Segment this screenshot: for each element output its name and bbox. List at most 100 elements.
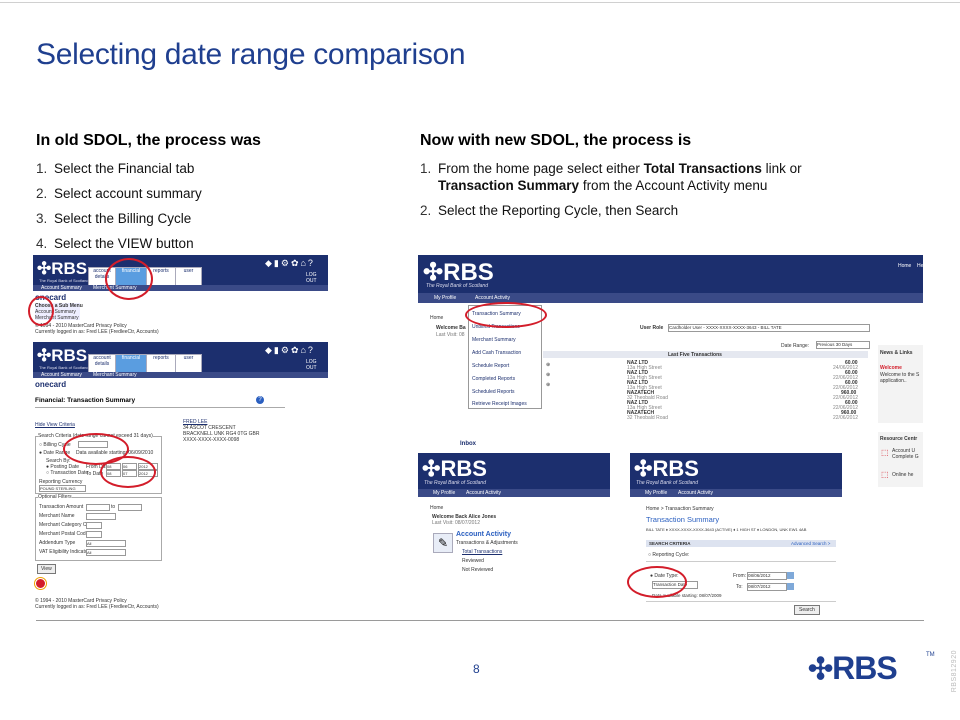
menu-add-cash-transaction[interactable]: Add Cash Transaction	[472, 350, 521, 356]
new-steps: 1. From the home page select either Total…	[420, 160, 870, 227]
postal-code-field[interactable]	[86, 531, 102, 538]
breadcrumb3[interactable]: Home > Transaction Summary	[646, 506, 714, 512]
pdf-icon: ⬚	[881, 448, 889, 457]
amount-max-field[interactable]	[118, 504, 142, 511]
mcc-field[interactable]	[86, 522, 102, 529]
nav3-account-activity[interactable]: Account Activity	[678, 490, 713, 496]
menu-merchant-summary-new[interactable]: Merchant Summary	[472, 337, 516, 343]
old-footer-2: Currently logged in as: Fred LEE (Fredle…	[35, 329, 159, 335]
red-highlight-date-selects	[100, 456, 156, 488]
nav3-my-profile[interactable]: My Profile	[645, 490, 667, 496]
filter-merchant-name: Merchant Name	[39, 513, 75, 519]
red-highlight-account-summary	[28, 296, 54, 326]
hide-view-criteria-link[interactable]: Hide View Criteria	[35, 422, 75, 428]
from-date-field[interactable]: 08/06/2012	[747, 572, 787, 580]
tab-user[interactable]: user	[175, 267, 202, 286]
subnav2-merchant-summary[interactable]: Merchant Summary	[93, 372, 137, 378]
inbox-label[interactable]: Inbox	[460, 441, 476, 447]
news-links-panel: News & Links Welcome Welcome to the S ap…	[878, 345, 923, 423]
top-rule	[0, 2, 960, 3]
new3-nav: My Profile Account Activity	[630, 489, 842, 497]
red-highlight-financial-tab	[105, 258, 153, 300]
tab2-financial[interactable]: financial	[115, 354, 147, 373]
to-date-field[interactable]: 08/07/2012	[747, 583, 787, 591]
pdf-icon-2: ⬚	[881, 470, 889, 479]
total-transactions-link[interactable]: Total Transactions	[462, 549, 502, 555]
page-number: 8	[473, 662, 480, 676]
new3-header-bar: ✣RBS The Royal Bank of Scotland	[630, 453, 842, 489]
nav-account-activity[interactable]: Account Activity	[475, 295, 510, 301]
last-visit-text: Last Visit: 08	[436, 332, 465, 338]
news-title: News & Links	[880, 350, 913, 356]
rbs-tagline-2: The Royal Bank of Scotland	[39, 365, 89, 370]
nav2-account-activity[interactable]: Account Activity	[466, 490, 501, 496]
account-activity-title: Account Activity	[456, 531, 511, 538]
resource-1b[interactable]: Complete G	[892, 454, 919, 460]
currency-select[interactable]: POUND STERLING	[39, 485, 86, 492]
rbs-tagline-new1: The Royal Bank of Scotland	[426, 283, 488, 289]
tab2-account-details[interactable]: account details	[88, 354, 116, 373]
address-card: XXXX-XXXX-XXXX-0098	[183, 437, 240, 443]
breadcrumb2-home[interactable]: Home	[430, 505, 443, 511]
divider	[35, 407, 285, 408]
tab2-reports[interactable]: reports	[146, 354, 176, 373]
logout-link-2[interactable]: LOG OUT	[306, 359, 328, 371]
help-icon[interactable]: ?	[256, 396, 264, 404]
new-screen-2: Inbox ✣RBS The Royal Bank of Scotland My…	[418, 441, 610, 605]
last-five-header: Last Five Transactions	[543, 351, 868, 358]
toolbar-icons-2[interactable]: ◆▮⚙✿⌂?	[265, 345, 315, 356]
user-role-select[interactable]: Cardholder User - XXXX-XXXX-XXXX-3643 - …	[668, 324, 870, 332]
filter-vat: VAT Eligibility Indicator	[39, 549, 90, 555]
calendar-icon[interactable]	[787, 572, 794, 579]
rbs-logo-new3: ✣RBS	[634, 456, 699, 481]
old2-footer-2: Currently logged in as: Fred LEE (Fredle…	[35, 604, 159, 610]
rbs-tagline: The Royal Bank of Scotland	[39, 278, 89, 283]
resource-2a[interactable]: Online he	[892, 472, 913, 478]
transaction-date-radio[interactable]: ○ Transaction Date	[46, 470, 88, 476]
account-line: BILL TATE ♦ XXXX-XXXX-XXXX-3643 (ACTIVE)…	[646, 527, 807, 532]
toolbar-icons[interactable]: ◆▮⚙✿⌂?	[265, 258, 315, 269]
new-screen-1: ✣RBS The Royal Bank of Scotland Home He …	[418, 255, 923, 423]
filter-postal-code: Merchant Postal Code	[39, 531, 89, 537]
search-criteria-label: SEARCH CRITERIA	[649, 541, 691, 546]
menu-schedule-report[interactable]: Schedule Report	[472, 363, 509, 369]
search-button[interactable]: Search	[794, 605, 820, 615]
old-step-3: 3. Select the Billing Cycle	[36, 211, 192, 226]
view-button[interactable]: View	[37, 564, 56, 574]
nav-help[interactable]: He	[917, 263, 923, 269]
breadcrumb-home[interactable]: Home	[430, 315, 443, 321]
nav2-my-profile[interactable]: My Profile	[433, 490, 455, 496]
side-code: RBS812920	[951, 650, 958, 693]
addendum-select[interactable]: All	[86, 540, 126, 547]
address-block: FRED LEE 34 ASCOT CRESCENT BRACKNELL UNK…	[183, 419, 260, 443]
last-five-title: Last Five Transactions	[668, 352, 722, 358]
red-highlight-date-type	[627, 566, 687, 598]
amount-min-field[interactable]	[86, 504, 110, 511]
to-label: To:	[736, 584, 743, 590]
vat-select[interactable]: All	[86, 549, 126, 556]
merchant-name-field[interactable]	[86, 513, 116, 520]
news-text-2: application..	[880, 378, 907, 384]
reviewed-link[interactable]: Reviewed	[462, 558, 484, 564]
date-range-select[interactable]: Previous 30 Days	[816, 341, 870, 349]
tab2-user[interactable]: user	[175, 354, 202, 373]
filter-addendum-type: Addendum Type	[39, 540, 76, 546]
calendar-icon[interactable]	[787, 583, 794, 590]
not-reviewed-link[interactable]: Not Reviewed	[462, 567, 493, 573]
subnav-account-summary[interactable]: Account Summary	[41, 285, 82, 291]
logout-link[interactable]: LOG OUT	[306, 272, 328, 284]
nav-home[interactable]: Home	[898, 263, 911, 269]
account-activity-sub: Transactions & Adjustments	[456, 540, 518, 546]
new2-header-bar: ✣RBS The Royal Bank of Scotland	[418, 453, 610, 489]
menu-scheduled-reports[interactable]: Scheduled Reports	[472, 389, 515, 395]
menu-retrieve-receipts[interactable]: Retrieve Receipt Images	[472, 401, 527, 407]
subnav2-account-summary[interactable]: Account Summary	[41, 372, 82, 378]
mastercard-icon	[35, 578, 46, 589]
reporting-cycle-radio[interactable]: ○ Reporting Cycle:	[648, 552, 689, 558]
new1-header-bar: ✣RBS The Royal Bank of Scotland Home He	[418, 255, 923, 293]
advanced-search-link[interactable]: Advanced Search >	[791, 541, 830, 546]
nav-my-profile[interactable]: My Profile	[434, 295, 456, 301]
menu-completed-reports[interactable]: Completed Reports	[472, 376, 515, 382]
date-range-label: Date Range:	[781, 343, 810, 349]
from-label: From:	[733, 573, 747, 579]
